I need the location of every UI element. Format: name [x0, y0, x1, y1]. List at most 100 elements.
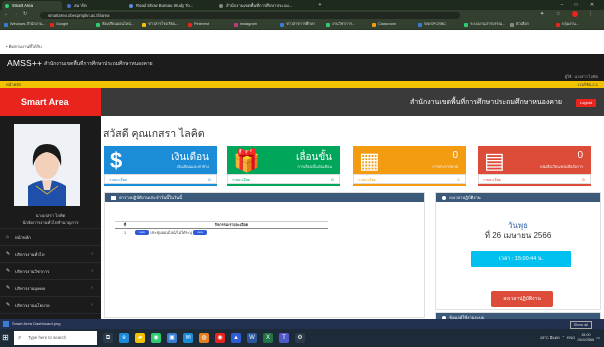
card-details-link[interactable]: รายละเอียด ⊙ [104, 174, 217, 184]
home-link[interactable]: หน้าหลัก [6, 81, 21, 88]
taskbar: ⊞ ⌕ Type here to search ⧉ e ▰ ◉ ▣ ✉ ◍ ◉ ▲ W X T ⚙ 28… [0, 329, 604, 347]
bookmark-item[interactable]: ตัวเลือก [510, 20, 529, 29]
mail-icon[interactable]: ✉ [183, 333, 193, 343]
notification-icon[interactable]: ▭ [596, 336, 600, 340]
chevron-left-icon: ‹ [91, 285, 93, 291]
chevron-up-icon[interactable]: ⌃ [562, 336, 565, 340]
download-bar: Smart Area Dashboard.png Show all [0, 319, 604, 329]
task-view-icon[interactable]: ⧉ [103, 333, 113, 343]
download-item[interactable]: Smart Area Dashboard.png [12, 319, 60, 329]
app-logo[interactable]: AMSS++ [7, 58, 42, 68]
table-row[interactable]: 1 new ประชุมออนไลน์/ไม่ได้ระบุ new [115, 229, 328, 237]
teams-icon[interactable]: T [279, 333, 289, 343]
card-details-link[interactable]: รายละเอียด ⊙ [227, 174, 340, 184]
row-activity[interactable]: new ประชุมออนไลน์/ไม่ได้ระบุ new [135, 229, 328, 237]
arrow-circle-right-icon: ⊙ [330, 176, 334, 182]
maximize-button[interactable]: □ [570, 0, 582, 10]
dollar-icon: $ [110, 148, 123, 173]
back-arrow-icon[interactable]: ← [4, 11, 9, 17]
edge-icon[interactable]: e [119, 333, 129, 343]
bookmark-item[interactable]: Pinterest [188, 20, 209, 29]
attendance-panel-header: ลงเวลาปฏิบัติงาน [436, 193, 600, 202]
logout-button[interactable]: Logout [576, 99, 596, 107]
chrome-icon[interactable]: ◉ [151, 333, 161, 343]
browser-tab-3[interactable]: Road Show Bureau Study To... [126, 1, 214, 10]
weather-text[interactable]: 28°C มีแดด [540, 336, 559, 340]
card-details-link[interactable]: รายละเอียด ⊙ [478, 174, 591, 184]
address-bar-row: ← → ↻ smartarea.obecpmpkn.ac.th/area ✦ ☆… [0, 10, 604, 20]
pencil-icon: ✎ [6, 268, 11, 274]
excel-icon[interactable]: X [263, 333, 273, 343]
top-nav: สำนักงานเขตพื้นที่การศึกษาประถมศึกษาหนอง… [101, 88, 604, 116]
new-tab-button[interactable]: + [314, 0, 326, 10]
bookmark-favicon-icon [142, 22, 146, 27]
close-window-button[interactable]: ✕ [586, 0, 598, 10]
sidebar-brand[interactable]: Smart Area [0, 88, 101, 116]
file-explorer-icon[interactable]: ▰ [135, 333, 145, 343]
calendar-icon: ▦ [359, 148, 380, 173]
system-tray: 28°C มีแดด ⌃ ENG 15:00 26/4/2566 ▭ [540, 329, 600, 347]
schedule-panel: ตารางปฏิบัติงานประจำวันนี้ในวันนี้ ที่ ก… [104, 192, 425, 318]
bookmark-item[interactable]: Classroom [372, 20, 396, 29]
bookmark-item[interactable]: ห้องเรียนออนไลน์... [96, 20, 134, 29]
bookmark-item[interactable]: ข่าวสารการศึกษา [280, 20, 315, 29]
photos-icon[interactable]: ▲ [231, 333, 241, 343]
clock[interactable]: 15:00 26/4/2566 [577, 333, 594, 343]
settings-icon[interactable]: ⚙ [295, 333, 305, 343]
app-header: AMSS++ สำนักงานเขตพื้นที่การศึกษาประถมศึ… [0, 54, 604, 81]
schedule-table: ที่ กิจกรรม/รายละเอียด 1 new ประชุมออนไล… [115, 221, 328, 236]
bookmark-item[interactable]: ระบบงานสารบรรณ... [464, 20, 505, 29]
bookmark-favicon-icon [418, 22, 422, 27]
url-input[interactable]: smartarea.obecpmpkn.ac.th/area [40, 11, 460, 19]
sidebar-item-2[interactable]: ✎ บริหารงานวิชาการ ‹ [0, 262, 101, 280]
menu-dots-icon[interactable]: ⋮ [588, 11, 593, 17]
bookmark-item[interactable]: งานวิชาการ... [326, 20, 355, 29]
bookmark-star-icon[interactable]: ☆ [556, 11, 560, 17]
bookmark-item[interactable]: กลุ่มงาน... [556, 20, 579, 29]
browser-tab-smart-area[interactable]: Smart Area [2, 1, 62, 10]
card-value: เงินเดือน [171, 152, 209, 163]
chrome-2-icon[interactable]: ◉ [215, 333, 225, 343]
show-all-button[interactable]: Show all [569, 321, 592, 329]
new-badge-icon: new [135, 230, 149, 235]
sidebar-item-1[interactable]: ✎ บริหารงานทั่วไป ‹ [0, 245, 101, 263]
sidebar-item-label: บริหารงานบุคคล [15, 286, 46, 291]
store-icon[interactable]: ▣ [167, 333, 177, 343]
minimize-button[interactable]: – [556, 0, 568, 10]
tab-favicon-icon [67, 3, 71, 8]
word-icon[interactable]: W [247, 333, 257, 343]
card-details-link[interactable]: รายละเอียด ⊙ [353, 174, 466, 184]
search-icon: ⌕ [18, 335, 22, 341]
clock-in-button[interactable]: ลงเวลาปฏิบัติงาน [491, 291, 553, 307]
taskbar-search-input[interactable]: ⌕ Type here to search [14, 331, 97, 345]
bookmark-item[interactable]: Google [50, 20, 68, 29]
row-number: 1 [123, 230, 127, 235]
bookmark-item[interactable]: Windows สำนักงาน... [4, 20, 46, 29]
bookmark-favicon-icon [96, 22, 100, 27]
bookmark-item[interactable]: ข่าวสารโรงเรียน... [142, 20, 179, 29]
column-header-activity: กิจกรรม/รายละเอียด [135, 221, 328, 229]
firefox-icon[interactable]: ◍ [199, 333, 209, 343]
reload-icon[interactable]: ↻ [23, 11, 27, 17]
bookmark-item[interactable]: Instagram [234, 20, 257, 29]
bookmark-item[interactable]: SNISPCRBC [418, 20, 446, 29]
bookmark-favicon-icon [50, 22, 54, 27]
forward-arrow-icon[interactable]: → [13, 11, 18, 17]
extensions-icon[interactable]: ✦ [540, 11, 544, 17]
sidebar-item-0[interactable]: ⌂ หน้าหลัก [0, 228, 101, 246]
card-caption: การเลื่อนขั้นเงินเดือน [297, 165, 332, 169]
sidebar-item-4[interactable]: ✎ บริหารงานนโยบาย ‹ [0, 296, 101, 314]
windows-start-icon[interactable]: ⊞ [2, 333, 11, 342]
profile-name: นางเกสรา ไลคิต [35, 213, 66, 218]
sidebar-item-3[interactable]: ✎ บริหารงานบุคคล ‹ [0, 279, 101, 297]
pencil-icon: ✎ [6, 302, 11, 308]
document-icon: ▤ [484, 148, 505, 173]
profile-avatar-icon[interactable] [572, 11, 578, 17]
lang-indicator[interactable]: ENG [567, 336, 575, 340]
user-info: ผู้ใช้ : นางสาว ไลคิต [564, 75, 598, 79]
browser-tab-4[interactable]: สำนักงานเขตพื้นที่การศึกษาประถม... [216, 1, 312, 10]
file-icon [3, 321, 9, 327]
bookmark-favicon-icon [326, 22, 330, 27]
browser-tab-2[interactable]: สมาร์ท [64, 1, 124, 10]
chevron-left-icon: ‹ [91, 302, 93, 308]
